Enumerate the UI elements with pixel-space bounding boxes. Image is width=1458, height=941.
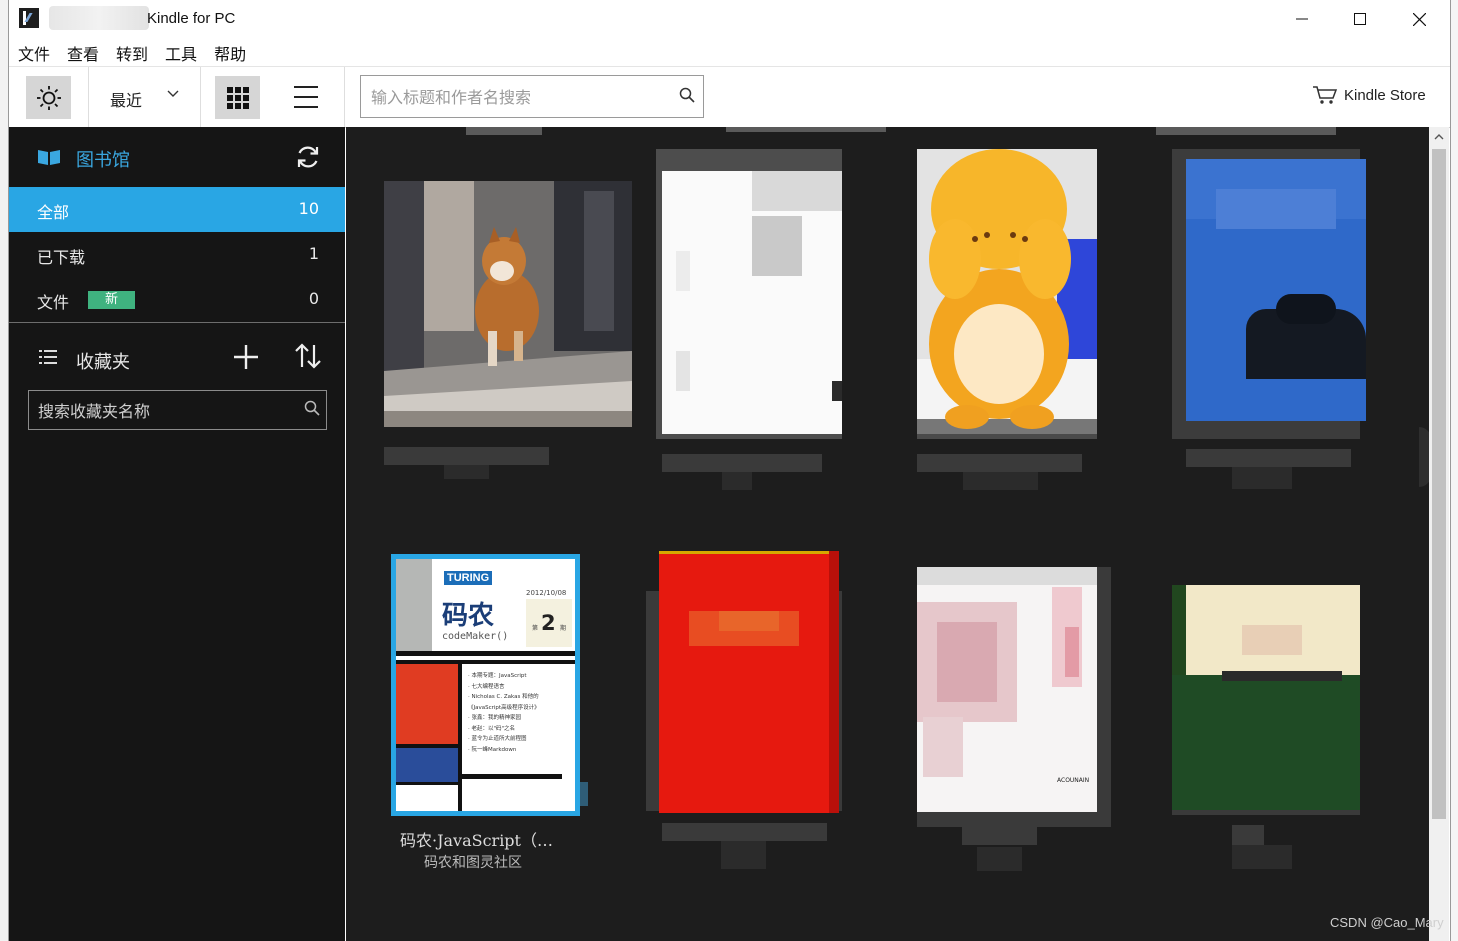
cover-edge-shard [1419, 427, 1429, 487]
collections-search-input[interactable] [36, 398, 295, 424]
csdn-watermark: CSDN @Cao_Mary [1330, 915, 1444, 930]
book-white-cover[interactable] [646, 149, 846, 499]
book-pink-cover[interactable]: ACOUNAIN [917, 567, 1117, 887]
minimize-icon [1296, 18, 1308, 20]
scroll-up-arrow-icon[interactable] [1429, 127, 1449, 147]
library-header: 图书馆 [9, 127, 345, 187]
add-collection-icon[interactable] [233, 344, 259, 374]
kindle-store-link[interactable]: Kindle Store [1312, 85, 1426, 105]
list-icon [39, 349, 57, 369]
kindle-app-icon [19, 8, 39, 28]
collections-title[interactable]: 收藏夹 [76, 348, 130, 374]
sort-arrows-icon[interactable] [294, 342, 322, 374]
book-cover [659, 551, 839, 813]
sidebar-divider [9, 322, 345, 323]
kindle-window: Kindle for PC 文件 查看 转到 工具 帮助 最近 输入标题和作者名… [8, 0, 1451, 941]
background-window-edge-left [0, 0, 8, 941]
cover-title: 码农 [442, 601, 495, 631]
toolbar: 最近 输入标题和作者名搜索 Kindle Store [9, 66, 1450, 128]
search-icon[interactable] [304, 400, 320, 420]
cover-subtitle: codeMaker() [442, 631, 509, 642]
book-blue-cover[interactable] [1172, 149, 1372, 499]
book-cover [917, 149, 1097, 434]
menu-view[interactable]: 查看 [58, 38, 107, 66]
brightness-button[interactable] [26, 76, 71, 119]
sort-dropdown[interactable]: 最近 [110, 87, 142, 111]
sidebar-item-count: 0 [308, 289, 319, 308]
book-title[interactable]: 码农·JavaScript（… [400, 827, 553, 851]
menu-bar: 文件 查看 转到 工具 帮助 [9, 38, 1450, 66]
library-grid: TURING 码农 codeMaker() 2012/10/08 第 2 期 ·… [346, 127, 1429, 941]
open-book-icon [37, 148, 61, 170]
sidebar-item-label: 全部 [37, 203, 70, 222]
list-view-icon [294, 86, 318, 108]
sidebar-item-count: 10 [298, 199, 319, 218]
book-duck-cover[interactable] [917, 149, 1117, 499]
title-bar: Kindle for PC [9, 0, 1450, 38]
minimize-button[interactable] [1273, 0, 1331, 38]
turing-logo: TURING [444, 571, 493, 585]
new-badge: 新 [88, 291, 135, 309]
maximize-icon [1354, 13, 1366, 25]
sidebar: 图书馆 全部 10 已下载 1 文件 新 0 收藏夹 搜索收藏夹名称 [9, 127, 345, 941]
collections-header: 收藏夹 [9, 332, 345, 382]
kindle-store-label: Kindle Store [1344, 86, 1426, 104]
sidebar-item-docs[interactable]: 文件 新 0 [9, 277, 345, 322]
library-title[interactable]: 图书馆 [76, 146, 130, 172]
search-icon[interactable] [679, 87, 695, 107]
maximize-button[interactable] [1331, 0, 1389, 38]
book-green-cover[interactable] [1172, 585, 1372, 885]
book-coder-javascript[interactable]: TURING 码农 codeMaker() 2012/10/08 第 2 期 ·… [391, 554, 591, 816]
menu-file[interactable]: 文件 [9, 38, 58, 66]
scrollbar-thumb[interactable] [1432, 149, 1446, 819]
book-cover [662, 171, 842, 434]
sidebar-item-downloaded[interactable]: 已下载 1 [9, 232, 345, 277]
grid-view-icon [226, 86, 249, 109]
sidebar-item-count: 1 [308, 244, 319, 263]
book-author: 码农和图灵社区 [424, 855, 522, 871]
book-cover [1172, 585, 1360, 810]
close-icon [1412, 12, 1426, 26]
book-red-cover[interactable] [646, 551, 846, 871]
scrolled-cover-shards [346, 127, 1429, 137]
window-title: Kindle for PC [147, 10, 236, 27]
grid-scrollbar[interactable] [1429, 127, 1449, 941]
library-search-input[interactable] [369, 84, 673, 110]
book-cover [384, 181, 632, 427]
blurred-user-name [49, 6, 149, 30]
book-cover [1186, 159, 1366, 421]
menu-help[interactable]: 帮助 [205, 38, 254, 66]
menu-tools[interactable]: 工具 [156, 38, 205, 66]
collections-search-box[interactable] [28, 390, 327, 430]
grid-view-button[interactable] [215, 76, 260, 119]
book-cover-selected: TURING 码农 codeMaker() 2012/10/08 第 2 期 ·… [391, 554, 580, 816]
library-search-box[interactable] [360, 75, 704, 118]
chevron-down-icon[interactable] [167, 87, 179, 103]
sidebar-item-label: 已下载 [37, 248, 86, 267]
close-button[interactable] [1390, 0, 1448, 38]
book-dog-cover[interactable] [384, 181, 634, 491]
menu-goto[interactable]: 转到 [107, 38, 156, 66]
cart-icon [1313, 86, 1338, 104]
list-view-button[interactable] [293, 84, 319, 114]
sync-icon[interactable] [295, 144, 321, 174]
sidebar-item-all[interactable]: 全部 10 [9, 187, 345, 232]
book-cover: ACOUNAIN [917, 567, 1097, 812]
sun-icon [36, 85, 61, 110]
sidebar-item-label: 文件 [37, 293, 70, 312]
